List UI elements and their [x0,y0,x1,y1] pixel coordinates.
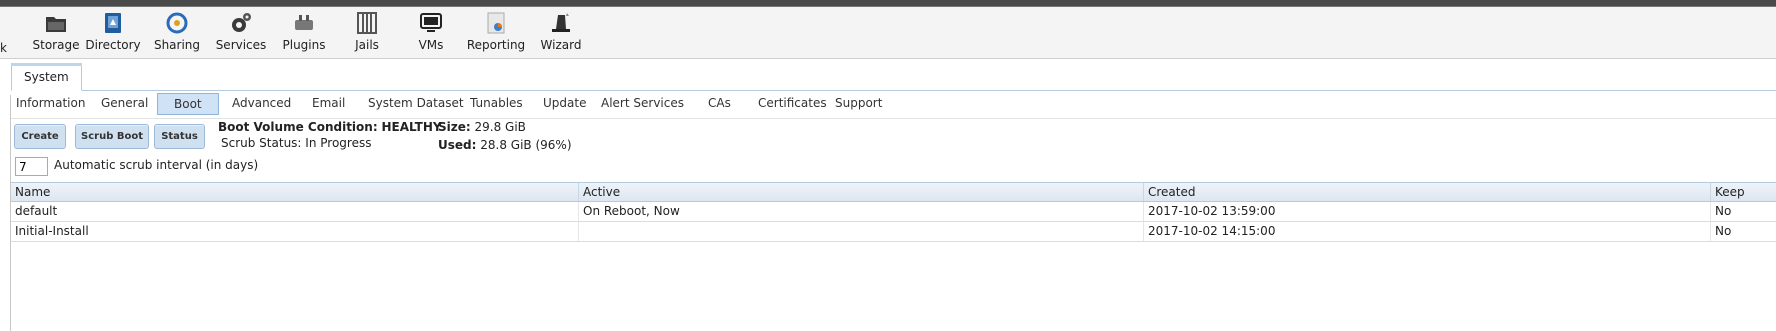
subtab-email[interactable]: Email [308,93,349,115]
subtab-tunables[interactable]: Tunables [466,93,527,115]
toolbar-label: Jails [355,38,379,52]
column-header-keep[interactable]: Keep [1710,183,1776,201]
boot-environments-grid: Name Active Created Keep default On Rebo… [11,182,1776,242]
subtab-update[interactable]: Update [539,93,590,115]
scrub-status-label: Scrub Status: [221,136,302,150]
column-header-name[interactable]: Name [11,183,578,201]
tab-system[interactable]: System [11,63,82,91]
scrub-interval-input[interactable] [15,157,48,176]
column-header-created[interactable]: Created [1143,183,1710,201]
system-subtabs: Information General Boot Advanced Email … [11,92,1776,119]
toolbar-jails[interactable]: Jails [332,11,402,52]
condition-value: HEALTHY [381,120,442,134]
create-button[interactable]: Create [14,124,66,149]
scrub-status-value: In Progress [305,136,372,150]
subtab-general[interactable]: General [97,93,152,115]
column-header-active[interactable]: Active [578,183,1143,201]
jails-icon [357,12,377,34]
directory-icon [105,13,121,33]
boot-used: Used: 28.8 GiB (96%) [438,138,572,152]
toolbar-wizard[interactable]: Wizard [526,11,596,52]
toolbar-directory[interactable]: Directory [78,11,148,52]
subtab-cas[interactable]: CAs [704,93,735,115]
subtab-system-dataset[interactable]: System Dataset [364,93,468,115]
status-button[interactable]: Status [154,124,205,149]
toolbar-label: Reporting [466,38,526,52]
wizard-icon [552,13,570,32]
plugins-icon [295,15,313,30]
toolbar-services[interactable]: Services [206,11,276,52]
size-label: Size: [438,120,471,134]
toolbar-plugins[interactable]: Plugins [269,11,339,52]
subtab-alert-services[interactable]: Alert Services [597,93,688,115]
subtab-advanced[interactable]: Advanced [228,93,295,115]
subtab-certificates[interactable]: Certificates [754,93,831,115]
toolbar-vms[interactable]: VMs [396,11,466,52]
sharing-icon [166,12,188,34]
storage-icon [46,17,66,32]
main-toolbar: k Storage Directory Sharing Services Plu… [0,7,1776,59]
used-label: Used: [438,138,477,152]
toolbar-partial-label[interactable]: k [0,41,7,55]
toolbar-sharing[interactable]: Sharing [142,11,212,52]
used-value: 28.8 GiB (96%) [480,138,572,152]
left-panel-edge [0,95,11,331]
window-top-bar [0,0,1776,7]
row-keep: No [1710,222,1776,241]
toolbar-label: Services [215,38,267,52]
row-active: On Reboot, Now [578,202,1143,221]
row-created: 2017-10-02 13:59:00 [1143,202,1710,221]
subtab-information[interactable]: Information [12,93,89,115]
row-active [578,222,1143,241]
reporting-icon [487,12,505,34]
toolbar-label: Sharing [153,38,201,52]
grid-header: Name Active Created Keep [11,182,1776,202]
size-value: 29.8 GiB [474,120,526,134]
row-name: Initial-Install [15,224,89,238]
toolbar-reporting[interactable]: Reporting [461,11,531,52]
scrub-interval-label: Automatic scrub interval (in days) [54,158,259,172]
toolbar-label: Directory [85,38,141,52]
row-keep: No [1710,202,1776,221]
subtab-support[interactable]: Support [831,93,886,115]
boot-volume-condition: Boot Volume Condition: HEALTHY [218,120,442,134]
toolbar-label: Wizard [540,38,582,52]
toolbar-label: VMs [418,38,444,52]
toolbar-label: Storage [32,38,80,52]
table-row[interactable]: Initial-Install 2017-10-02 14:15:00 No [11,222,1776,242]
condition-label: Boot Volume Condition: [218,120,378,134]
table-row[interactable]: default On Reboot, Now 2017-10-02 13:59:… [11,202,1776,222]
boot-size: Size: 29.8 GiB [438,120,526,134]
scrub-status: Scrub Status: In Progress [221,136,371,150]
row-created: 2017-10-02 14:15:00 [1143,222,1710,241]
row-name: default [15,204,58,218]
services-icon [232,13,251,32]
scrub-boot-button[interactable]: Scrub Boot [75,124,149,149]
toolbar-label: Plugins [282,38,326,52]
vms-icon [420,13,442,32]
main-tab-bar: System [11,63,1776,91]
subtab-boot[interactable]: Boot [157,93,219,115]
